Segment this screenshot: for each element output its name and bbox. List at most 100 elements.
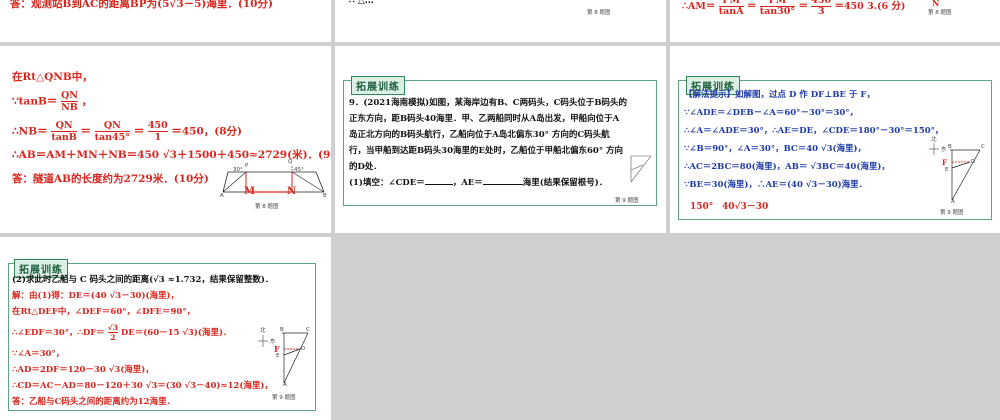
slide7-question: (2)求此时乙船与 C 码头之间的距离(√3 ≈1.732，结果保留整数)．	[12, 275, 274, 285]
slide7-l6: ∴CD＝AC－AD＝80－120＋30 √3＝(30 √3－40)≈12(海里)…	[12, 381, 273, 391]
slide4-l3-f3n: 450	[147, 120, 168, 132]
slide6-l3: ∴∠A＝∠ADE＝30°，∴AE＝DE，∠CDE＝180°－30°＝150°，	[684, 126, 944, 136]
slide4-l3-eq2: ＝	[133, 125, 145, 138]
slide3-formula: ∴AM＝ PM tanA ＝ PM tan30° ＝ 450 3 ＝450 3.…	[682, 0, 905, 17]
slide4-l2-num: QN	[61, 90, 78, 102]
slide4-l2-b: ，	[81, 95, 93, 108]
slide5-l4: 行，当甲船到达距B码头30海里的E处时，乙船位于甲船北偏东60° 方向	[349, 146, 624, 156]
slide3-fig-n: N	[932, 0, 940, 8]
slide4-l3-f1n: QN	[51, 120, 77, 132]
slide6-answer1: 150°	[690, 202, 714, 212]
slide-grid: 答：观测站B到AC的距离BP为(5√3－5)海里．(10分) ∴ △… 第 8 …	[0, 0, 1000, 420]
slide-5[interactable]: 拓展训练 9．(2021海南模拟)如图，某海岸边有B、C两码头，C码头位于B码头…	[335, 46, 666, 233]
fig6-east: 东	[941, 147, 947, 153]
slide-6[interactable]: 拓展训练 【解法提示】如解图，过点 D 作 DF⊥BE 于 F， ∵∠ADE＝∠…	[670, 46, 1000, 233]
slide6-l4: ∵∠B＝90°，∠A＝30°，BC＝40 √3(海里)，	[684, 144, 867, 154]
fig4-q: Q	[288, 159, 293, 165]
slide4-l2-den: NB	[61, 102, 78, 113]
fig7-c: C	[306, 327, 310, 333]
fig4-b: B	[323, 193, 327, 199]
slide6-l5: ∴AC＝2BC＝80(海里)，AB＝ √3BC＝40(海里)，	[684, 162, 890, 172]
slide6-l1: 【解法提示】如解图，过点 D 作 DF⊥BE 于 F，	[684, 88, 875, 102]
fig6-d: D	[971, 159, 976, 165]
fig4-n: N	[287, 186, 297, 197]
slide4-l3-f1d: tanB	[51, 132, 77, 143]
slide5-caption: 第 9 题图	[615, 198, 639, 204]
fig7-north: 北	[260, 328, 266, 334]
fig6-c: C	[981, 144, 985, 150]
slide4-l3-f3d: 1	[154, 132, 162, 143]
slide-7[interactable]: 拓展训练 (2)求此时乙船与 C 码头之间的距离(√3 ≈1.732，结果保留整…	[0, 237, 331, 420]
fig7-d: D	[301, 346, 306, 352]
fig4-m: M	[244, 186, 256, 197]
fig6-f: F	[942, 158, 947, 167]
fig6-b: B	[948, 144, 952, 150]
slide3-frac3-den: 3	[817, 6, 825, 17]
slide7-l3: ∴∠EDF＝30°，∴DF＝ √3 2 DE＝(60－15 √3)(海里)．	[12, 323, 231, 342]
slide5-l5: 的D处．	[349, 162, 382, 172]
slide7-l2: 在Rt△DEF中，∠DEF＝60°，∠DFE＝90°，	[12, 307, 196, 317]
slide4-l1: 在Rt△QNB中，	[12, 71, 93, 83]
slide3-formula-right: ＝450 3.(6 分)	[834, 1, 906, 12]
slide6-caption: 第 9 题图	[940, 210, 964, 216]
slide6-compass	[929, 143, 939, 155]
fig6-a: A	[951, 199, 955, 205]
fig4-45deg: 45°	[294, 167, 304, 173]
slide7-l3-den: 2	[110, 333, 116, 342]
slide6-l6: ∵BE＝30(海里)，∴AE＝(40 √3－30)海里．	[684, 180, 868, 190]
fig6-north: 北	[931, 137, 937, 143]
slide6-l2: ∵∠ADE＝∠DEB－∠A＝60°－30°＝30°，	[684, 108, 859, 118]
slide6-answer2: 40√3－30	[722, 202, 769, 212]
slide5-l3: 岛正北方向的B码头航行，乙船向位于A岛北偏东30° 方向的C码头航	[349, 130, 610, 140]
slide4-l3: ∴NB＝ QN tanB ＝ QN tan45° ＝ 450 1 ＝450，(8…	[12, 120, 242, 143]
slide4-tunnel-figure	[222, 166, 325, 193]
slide4-l3-f2d: tan45°	[94, 132, 131, 143]
slide7-l4: ∵∠A＝30°，	[12, 349, 65, 359]
slide4-l3-eq: ＝	[80, 125, 91, 138]
slide4-l2-a: ∵tanB＝	[12, 95, 58, 108]
slide7-caption: 第 9 题图	[272, 395, 296, 401]
slide7-l1: 解：由(1)得：DE＝(40 √3－30)(海里)，	[12, 291, 180, 301]
slide4-l3-f2n: QN	[94, 120, 131, 132]
slide-1[interactable]: 答：观测站B到AC的距离BP为(5√3－5)海里．(10分)	[0, 0, 331, 42]
slide7-l3-num: √3	[107, 323, 118, 333]
slide6-tip-label: 【解法提示】	[684, 90, 736, 100]
slide5-l1: 9．(2021海南模拟)如图，某海岸边有B、C两码头，C码头位于B码头的	[349, 98, 628, 108]
slide7-l5: ∴AD＝2DF＝120－30 √3(海里)，	[12, 365, 154, 375]
fig7-b: B	[280, 327, 284, 333]
slide3-frac1-den: tanA	[718, 6, 744, 17]
slide5-tag: 拓展训练	[351, 76, 405, 95]
slide4-l2: ∵tanB＝ QN NB ，	[12, 90, 92, 113]
slide7-compass	[258, 335, 268, 347]
slide2-top-text: ∴ △…	[349, 0, 374, 6]
slide4-l3-b: ＝450，(8分)	[171, 125, 243, 138]
slide5-l6-b: ，AE＝	[452, 178, 483, 188]
fig6-e: E	[945, 167, 949, 173]
cde-answer-blank[interactable]	[424, 184, 453, 185]
slide5-l6-a: (1)填空：∠CDE＝	[349, 178, 425, 188]
slide4-l3-a: ∴NB＝	[12, 125, 48, 138]
slide2-caption: 第 8 题图	[587, 10, 611, 16]
fig4-a: A	[220, 193, 224, 199]
slide3-caption: 第 8 题图	[928, 10, 952, 16]
slide5-l6: (1)填空：∠CDE＝ ，AE＝ 海里(结果保留根号)．	[349, 176, 607, 190]
slide6-l1-text: 如解图，过点 D 作 DF⊥BE 于 F，	[735, 90, 875, 100]
slide7-figure	[282, 332, 309, 384]
fig7-e: E	[276, 353, 280, 359]
slide-2[interactable]: ∴ △… 第 8 题图	[335, 0, 666, 42]
slide4-l5: 答：隧道AB的长度约为2729米．(10分)	[12, 173, 209, 185]
slide4-caption: 第 8 题图	[255, 204, 279, 210]
fig4-p: P	[245, 163, 249, 169]
slide3-eq2: ＝	[798, 1, 808, 12]
fig4-30deg: 30°	[233, 167, 243, 173]
slide3-eq: ＝	[746, 1, 757, 12]
ae-answer-blank[interactable]	[482, 184, 523, 185]
slide5-figure	[630, 155, 652, 183]
slide-3[interactable]: ∴AM＝ PM tanA ＝ PM tan30° ＝ 450 3 ＝450 3.…	[670, 0, 1000, 42]
slide5-l6-c: 海里(结果保留根号)．	[522, 178, 608, 188]
slide3-frac2-den: tan30°	[759, 6, 796, 17]
slide-4[interactable]: 在Rt△QNB中， ∵tanB＝ QN NB ， ∴NB＝ QN tanB ＝ …	[0, 46, 331, 233]
fig7-a: A	[283, 382, 287, 388]
slide7-l3-b: DE＝(60－15 √3)(海里)．	[120, 328, 232, 338]
slide3-formula-left: ∴AM＝	[682, 1, 716, 12]
